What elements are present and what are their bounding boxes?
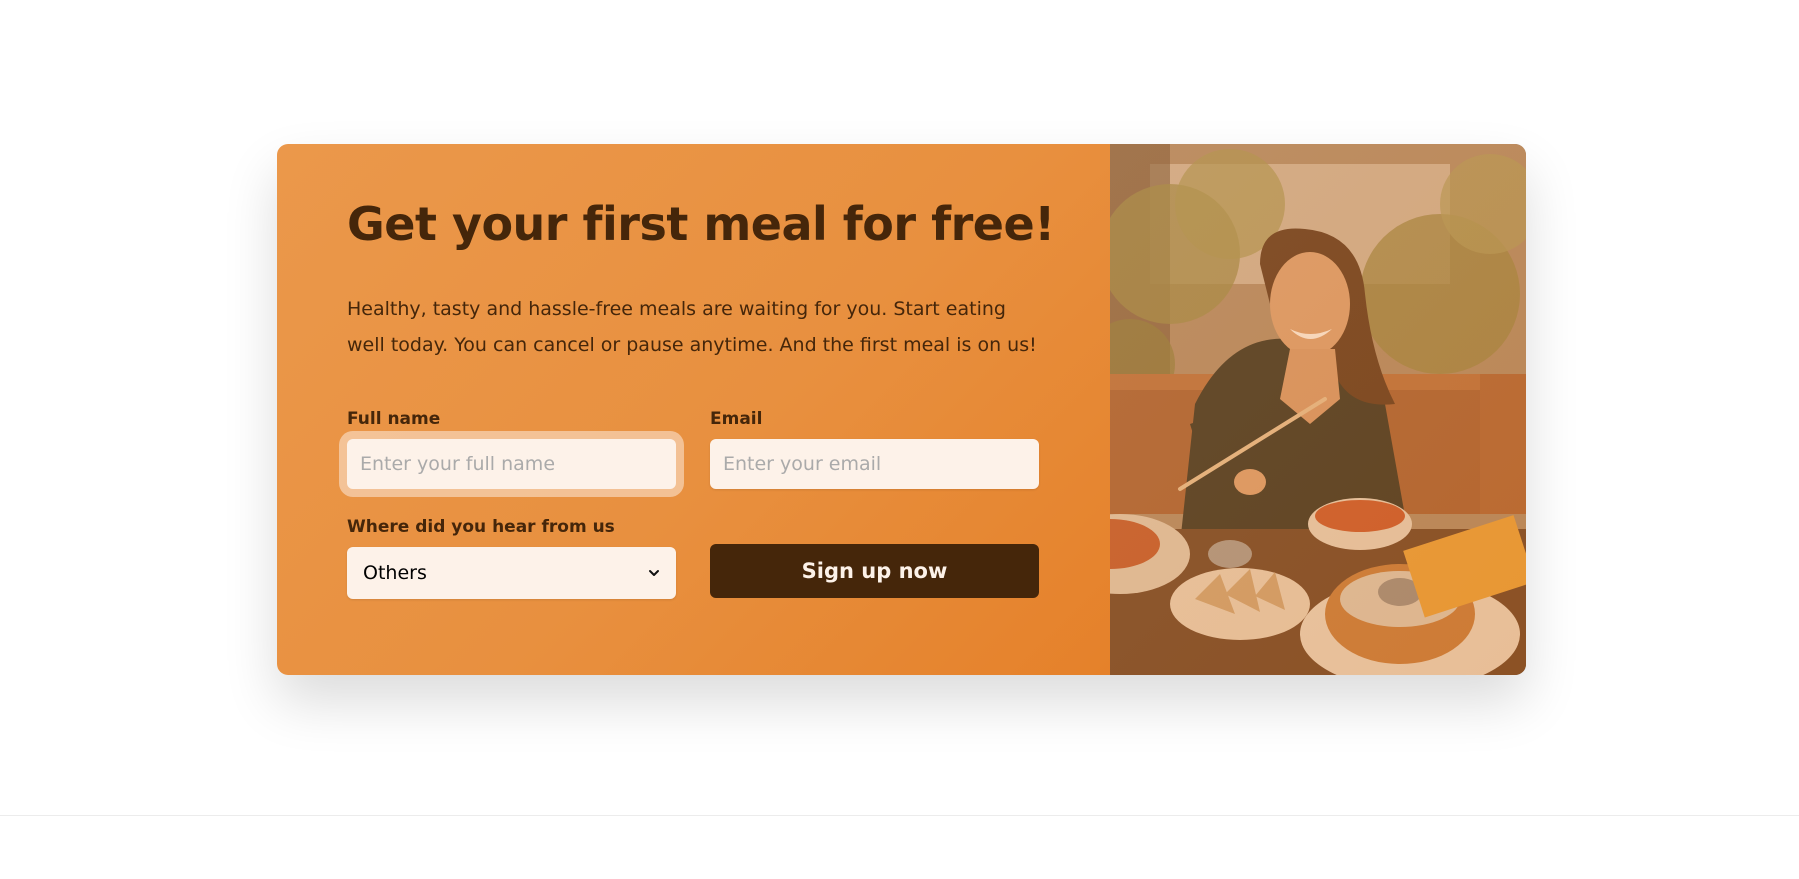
photo-color-overlay bbox=[1110, 144, 1526, 675]
source-select[interactable]: Others bbox=[347, 547, 676, 599]
email-field: Email bbox=[710, 409, 1039, 489]
source-selected-value: Others bbox=[363, 562, 427, 584]
cta-section: Get your first meal for free! Healthy, t… bbox=[277, 144, 1526, 675]
email-input[interactable] bbox=[710, 439, 1039, 489]
full-name-label: Full name bbox=[347, 409, 441, 429]
source-field: Where did you hear from us Others bbox=[347, 517, 676, 599]
woman-eating-meal-photo bbox=[1110, 144, 1526, 675]
email-label: Email bbox=[710, 409, 763, 429]
full-name-input[interactable] bbox=[347, 439, 676, 489]
cta-text-panel: Get your first meal for free! Healthy, t… bbox=[277, 144, 1110, 675]
section-divider bbox=[0, 815, 1799, 816]
cta-description: Healthy, tasty and hassle-free meals are… bbox=[347, 297, 1037, 356]
source-label: Where did you hear from us bbox=[347, 517, 615, 537]
full-name-field: Full name bbox=[347, 409, 676, 489]
chevron-down-icon bbox=[649, 570, 659, 576]
page: Get your first meal for free! Healthy, t… bbox=[0, 0, 1799, 879]
sign-up-button[interactable]: Sign up now bbox=[710, 544, 1039, 598]
cta-title: Get your first meal for free! bbox=[347, 197, 1055, 251]
